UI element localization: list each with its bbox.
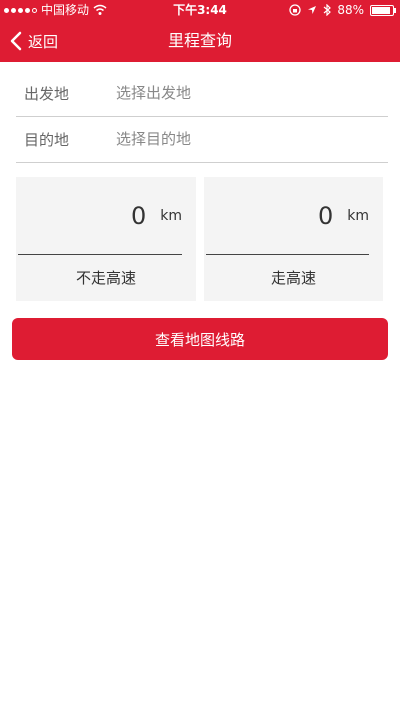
distance-value: 0 [130,201,147,230]
result-card-highway: 0 km 走高速 [204,177,383,301]
destination-input[interactable] [114,129,378,149]
view-map-route-button[interactable]: 查看地图线路 [12,318,388,360]
distance-display: 0 km [18,177,182,255]
distance-value: 0 [317,201,334,230]
page-title: 里程查询 [167,31,232,50]
route-mode-label: 不走高速 [75,269,136,287]
result-card-no-highway: 0 km 不走高速 [16,177,196,301]
bluetooth-icon [323,4,332,16]
origin-row[interactable]: 出发地 [16,70,388,117]
navigation-bar: 返回 里程查询 [0,20,400,62]
orientation-lock-icon [289,4,301,16]
distance-display: 0 km [206,177,369,255]
battery-icon [370,4,396,16]
location-icon [308,6,317,14]
battery-percent: 88% [337,3,364,17]
origin-input[interactable] [114,83,378,103]
distance-unit: km [347,207,369,224]
destination-row[interactable]: 目的地 [16,116,388,163]
distance-unit: km [160,207,182,224]
status-bar: 中国移动 下午3:44 88% [0,0,400,20]
origin-label: 出发地 [24,84,70,103]
status-right: 88% [289,0,396,20]
route-mode-label: 走高速 [270,269,316,287]
destination-label: 目的地 [24,130,70,149]
